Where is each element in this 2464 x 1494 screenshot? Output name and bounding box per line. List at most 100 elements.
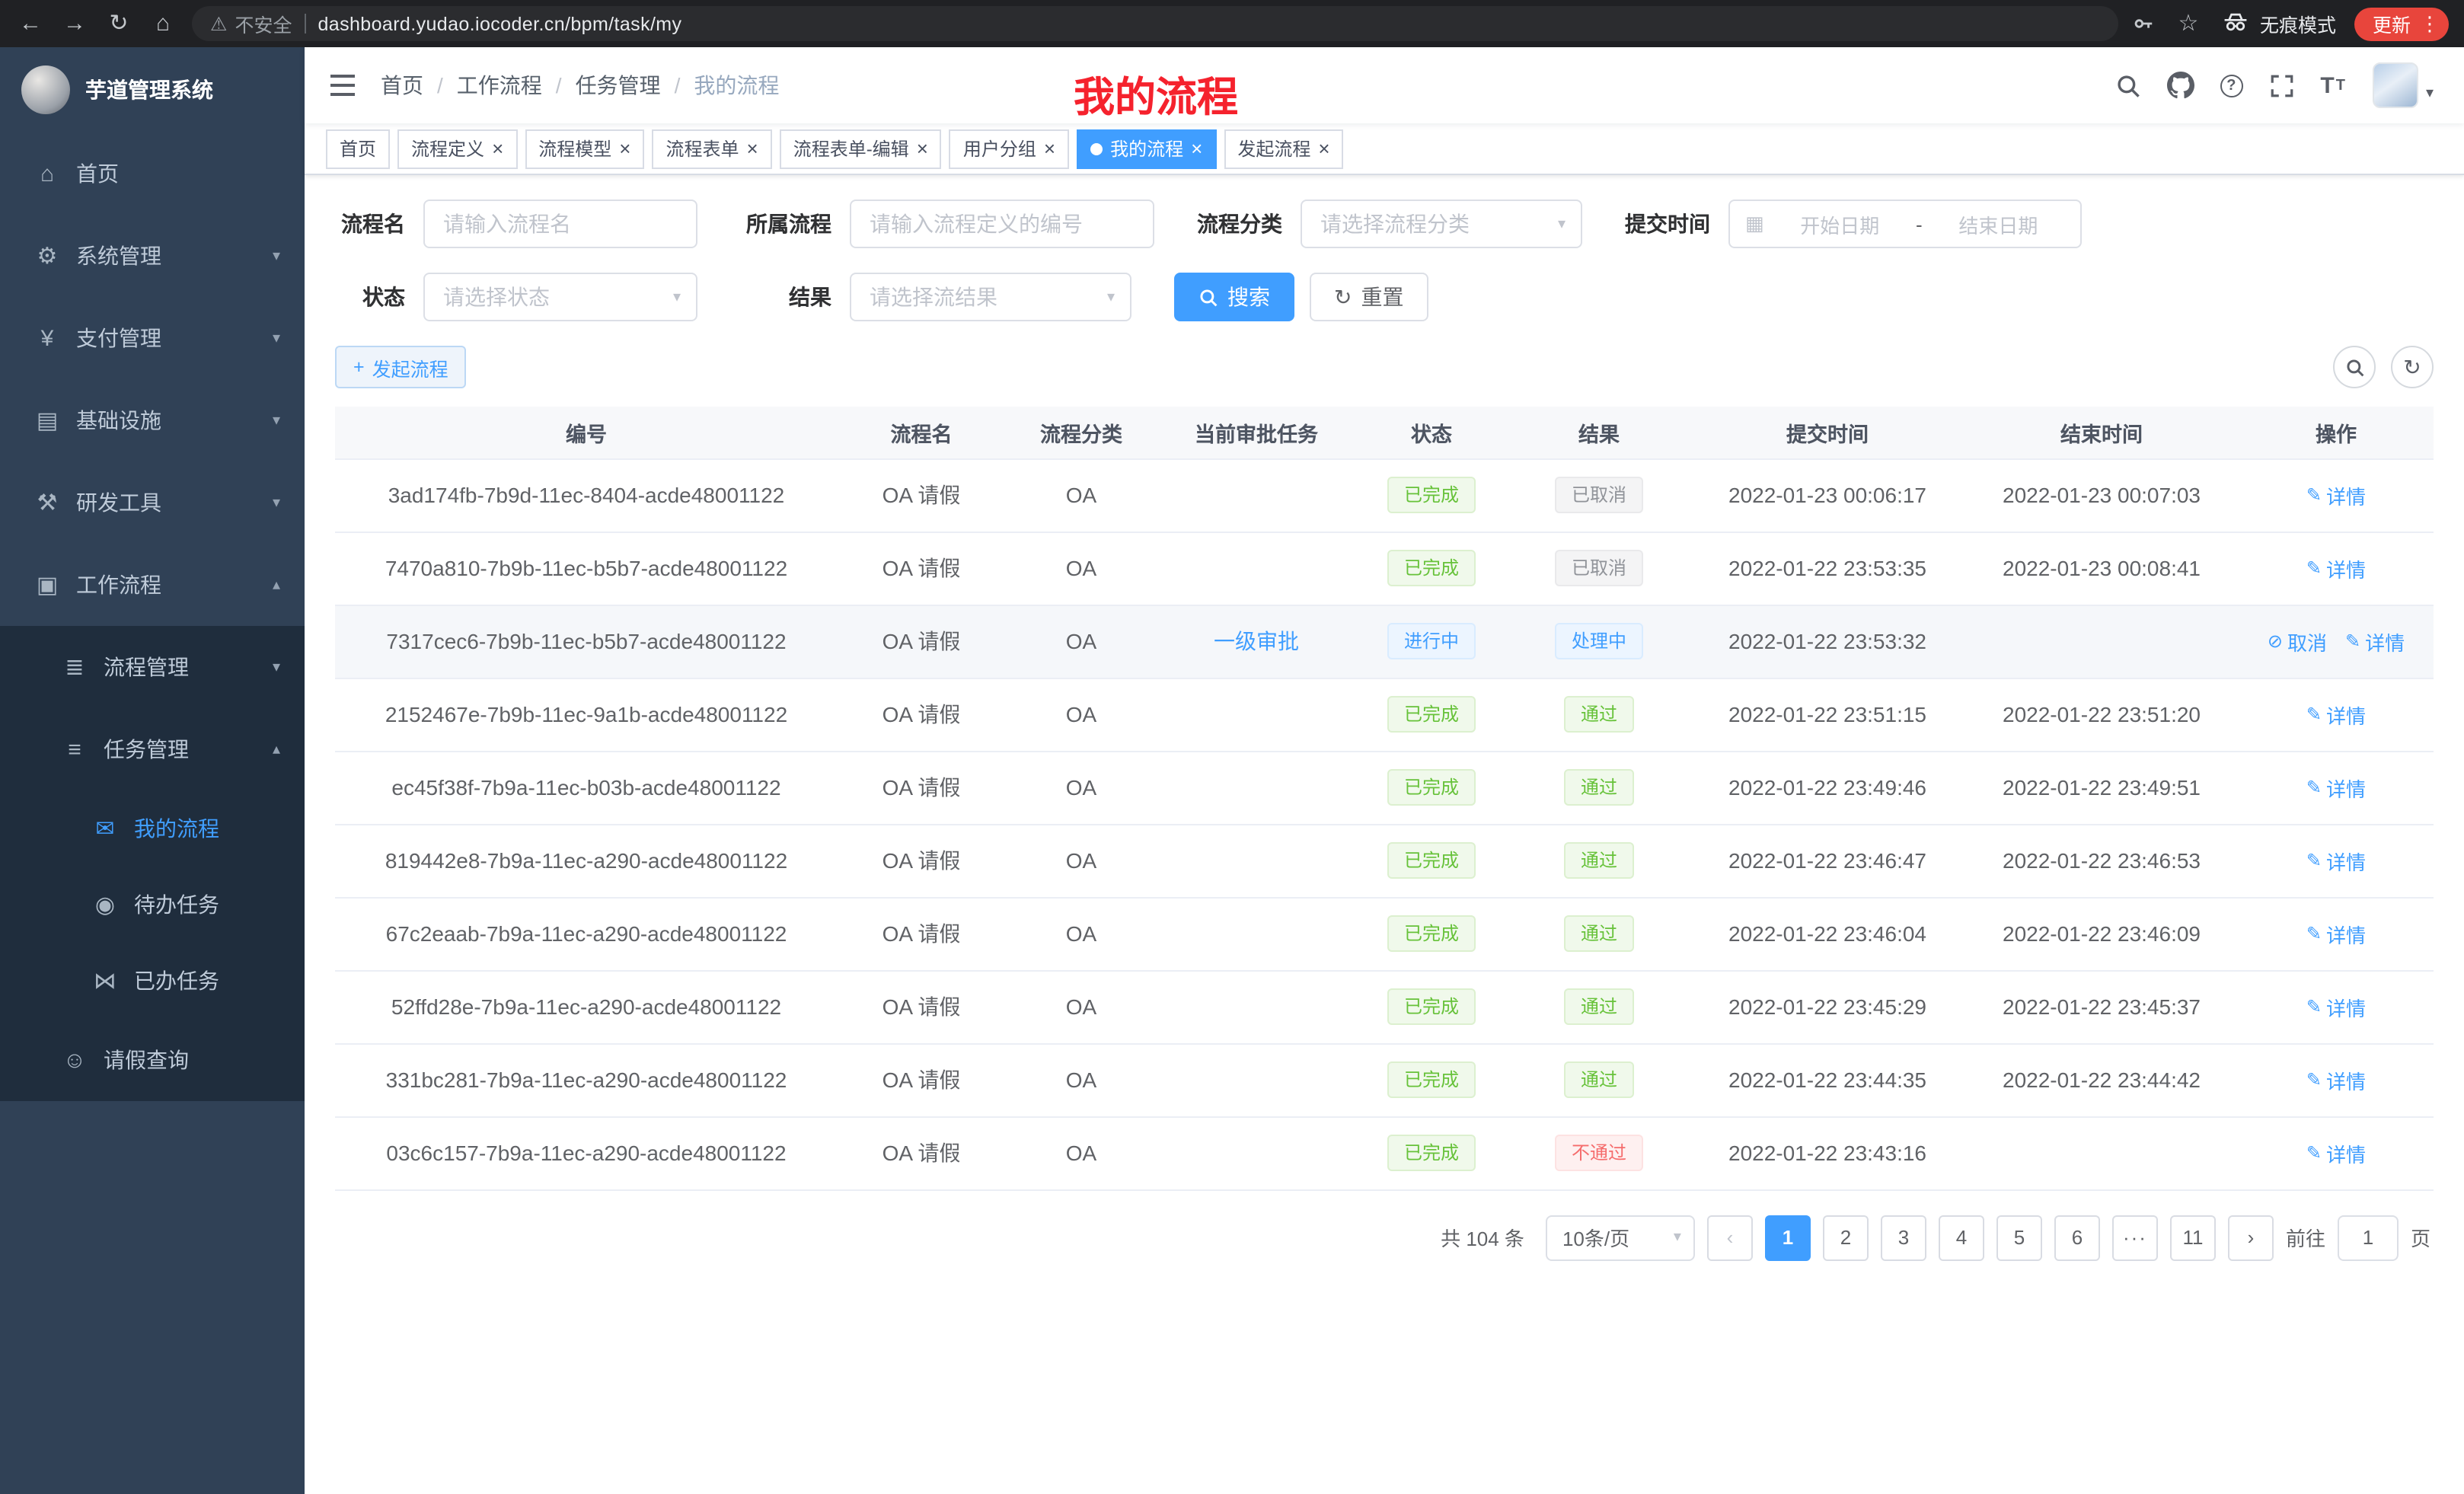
tab-my-process[interactable]: 我的流程× bbox=[1077, 129, 1216, 168]
page-1-button[interactable]: 1 bbox=[1765, 1215, 1811, 1260]
address-bar[interactable]: ⚠ 不安全 dashboard.yudao.iocoder.cn/bpm/tas… bbox=[192, 6, 2118, 41]
font-size-icon[interactable]: TT bbox=[2320, 72, 2347, 98]
page-5-button[interactable]: 5 bbox=[1996, 1215, 2042, 1260]
cancel-button[interactable]: ⊘取消 bbox=[2268, 627, 2327, 656]
next-page-button[interactable]: › bbox=[2228, 1215, 2274, 1260]
detail-label: 详情 bbox=[2326, 919, 2366, 948]
tab-process-definition[interactable]: 流程定义 × bbox=[397, 129, 517, 168]
detail-button[interactable]: ✎详情 bbox=[2306, 700, 2366, 729]
sidebar-item-label: 研发工具 bbox=[76, 487, 161, 518]
sidebar-item-workflow[interactable]: ▣工作流程▴ bbox=[0, 544, 305, 626]
sidebar-item-payment-mgmt[interactable]: ¥支付管理▾ bbox=[0, 297, 305, 379]
current-task-link[interactable]: 一级审批 bbox=[1214, 629, 1299, 653]
page-4-button[interactable]: 4 bbox=[1939, 1215, 1984, 1260]
breadcrumb-item[interactable]: 任务管理 bbox=[576, 70, 661, 101]
result-badge: 通过 bbox=[1564, 842, 1634, 879]
gear-icon: ⚙ bbox=[30, 242, 64, 270]
start-process-button[interactable]: + 发起流程 bbox=[335, 346, 467, 388]
close-icon[interactable]: × bbox=[1191, 139, 1202, 158]
tab-user-group[interactable]: 用户分组× bbox=[950, 129, 1069, 168]
sidebar-item-process-mgmt[interactable]: ≣流程管理▾ bbox=[0, 626, 305, 708]
sidebar-item-home[interactable]: ⌂首页 bbox=[0, 132, 305, 215]
tab-process-model[interactable]: 流程模型× bbox=[525, 129, 644, 168]
detail-button[interactable]: ✎详情 bbox=[2306, 992, 2366, 1021]
result-select[interactable]: 请选择流结果 ▾ bbox=[850, 273, 1131, 321]
home-icon[interactable]: ⌂ bbox=[148, 12, 178, 35]
reset-button[interactable]: ↻ 重置 bbox=[1310, 273, 1428, 321]
cell-result: 通过 bbox=[1508, 751, 1690, 824]
date-range-picker[interactable]: ▦ 开始日期 - 结束日期 bbox=[1728, 200, 2082, 248]
tab-process-form-edit[interactable]: 流程表单-编辑× bbox=[780, 129, 942, 168]
close-icon[interactable]: × bbox=[747, 139, 758, 158]
key-icon[interactable] bbox=[2132, 12, 2155, 35]
bookmark-star-icon[interactable]: ☆ bbox=[2173, 12, 2204, 35]
page-3-button[interactable]: 3 bbox=[1881, 1215, 1926, 1260]
sidebar-toggle-icon[interactable] bbox=[305, 47, 381, 123]
sidebar-item-dev-tools[interactable]: ⚒研发工具▾ bbox=[0, 461, 305, 544]
user-menu[interactable]: ▾ bbox=[2373, 62, 2434, 108]
category-select[interactable]: 请选择流程分类 ▾ bbox=[1301, 200, 1582, 248]
page-11-button[interactable]: 11 bbox=[2170, 1215, 2216, 1260]
page-2-button[interactable]: 2 bbox=[1823, 1215, 1869, 1260]
detail-button[interactable]: ✎详情 bbox=[2306, 1065, 2366, 1094]
sidebar-item-infrastructure[interactable]: ▤基础设施▾ bbox=[0, 379, 305, 461]
close-icon[interactable]: × bbox=[492, 139, 503, 158]
goto-page-input[interactable] bbox=[2338, 1215, 2399, 1260]
done-icon: ⋈ bbox=[88, 967, 122, 994]
process-def-input[interactable] bbox=[850, 200, 1154, 248]
page-size-select[interactable]: 10条/页 ▾ bbox=[1546, 1215, 1695, 1260]
table-row: 2152467e-7b9b-11ec-9a1b-acde48001122OA 请… bbox=[335, 678, 2434, 751]
sidebar-item-done-task[interactable]: ⋈已办任务 bbox=[0, 943, 305, 1019]
table-header-row: 编号流程名流程分类当前审批任务状态结果提交时间结束时间操作 bbox=[335, 407, 2434, 458]
toggle-search-button[interactable] bbox=[2333, 346, 2376, 388]
cell-category: OA bbox=[1005, 824, 1157, 897]
chrome-update-button[interactable]: 更新 ⋮ bbox=[2354, 7, 2449, 40]
close-icon[interactable]: × bbox=[1044, 139, 1055, 158]
sidebar-item-leave-query[interactable]: ☺请假查询 bbox=[0, 1019, 305, 1101]
sidebar-item-todo-task[interactable]: ◉待办任务 bbox=[0, 867, 305, 943]
cell-result: 通过 bbox=[1508, 824, 1690, 897]
search-icon[interactable] bbox=[2115, 72, 2140, 98]
status-select[interactable]: 请选择状态 ▾ bbox=[423, 273, 697, 321]
kebab-menu-icon[interactable]: ⋮ bbox=[2420, 11, 2440, 36]
sidebar-item-system-mgmt[interactable]: ⚙系统管理▾ bbox=[0, 215, 305, 297]
search-button[interactable]: 搜索 bbox=[1174, 273, 1294, 321]
detail-button[interactable]: ✎详情 bbox=[2345, 627, 2405, 656]
close-icon[interactable]: × bbox=[1318, 139, 1329, 158]
end-date-input[interactable]: 结束日期 bbox=[1932, 209, 2065, 238]
sidebar-item-label: 工作流程 bbox=[76, 570, 161, 600]
start-date-input[interactable]: 开始日期 bbox=[1773, 209, 1907, 238]
detail-label: 详情 bbox=[2326, 554, 2366, 583]
detail-button[interactable]: ✎详情 bbox=[2306, 1138, 2366, 1167]
app-logo[interactable]: 芋道管理系统 bbox=[0, 47, 305, 132]
sidebar-item-my-process[interactable]: ✉我的流程 bbox=[0, 790, 305, 867]
fullscreen-icon[interactable] bbox=[2268, 72, 2294, 98]
forward-icon[interactable]: → bbox=[59, 12, 90, 35]
page-6-button[interactable]: 6 bbox=[2054, 1215, 2100, 1260]
back-icon[interactable]: ← bbox=[15, 12, 46, 35]
tab-start-process[interactable]: 发起流程× bbox=[1224, 129, 1343, 168]
not-secure-badge[interactable]: ⚠ 不安全 bbox=[210, 9, 292, 38]
refresh-table-button[interactable]: ↻ bbox=[2391, 346, 2434, 388]
close-icon[interactable]: × bbox=[619, 139, 630, 158]
github-icon[interactable] bbox=[2166, 72, 2194, 99]
help-icon[interactable]: ? bbox=[2220, 74, 2242, 97]
reload-icon[interactable]: ↻ bbox=[104, 12, 134, 35]
close-icon[interactable]: × bbox=[917, 139, 928, 158]
detail-button[interactable]: ✎详情 bbox=[2306, 846, 2366, 875]
tab-home[interactable]: 首页 bbox=[326, 129, 390, 168]
detail-button[interactable]: ✎详情 bbox=[2306, 919, 2366, 948]
tab-process-form[interactable]: 流程表单× bbox=[652, 129, 771, 168]
cell-status: 已完成 bbox=[1355, 1116, 1508, 1189]
tab-label: 流程定义 bbox=[411, 136, 484, 161]
detail-button[interactable]: ✎详情 bbox=[2306, 480, 2366, 509]
sidebar-item-task-mgmt[interactable]: ≡任务管理▴ bbox=[0, 708, 305, 790]
pager-ellipsis[interactable]: ··· bbox=[2112, 1215, 2158, 1260]
detail-button[interactable]: ✎详情 bbox=[2306, 773, 2366, 802]
process-name-input[interactable] bbox=[423, 200, 697, 248]
breadcrumb-item[interactable]: 工作流程 bbox=[457, 70, 542, 101]
breadcrumb-item[interactable]: 首页 bbox=[381, 70, 423, 101]
detail-button[interactable]: ✎详情 bbox=[2306, 554, 2366, 583]
cell-submit-time: 2022-01-22 23:49:46 bbox=[1690, 751, 1964, 824]
prev-page-button[interactable]: ‹ bbox=[1707, 1215, 1753, 1260]
